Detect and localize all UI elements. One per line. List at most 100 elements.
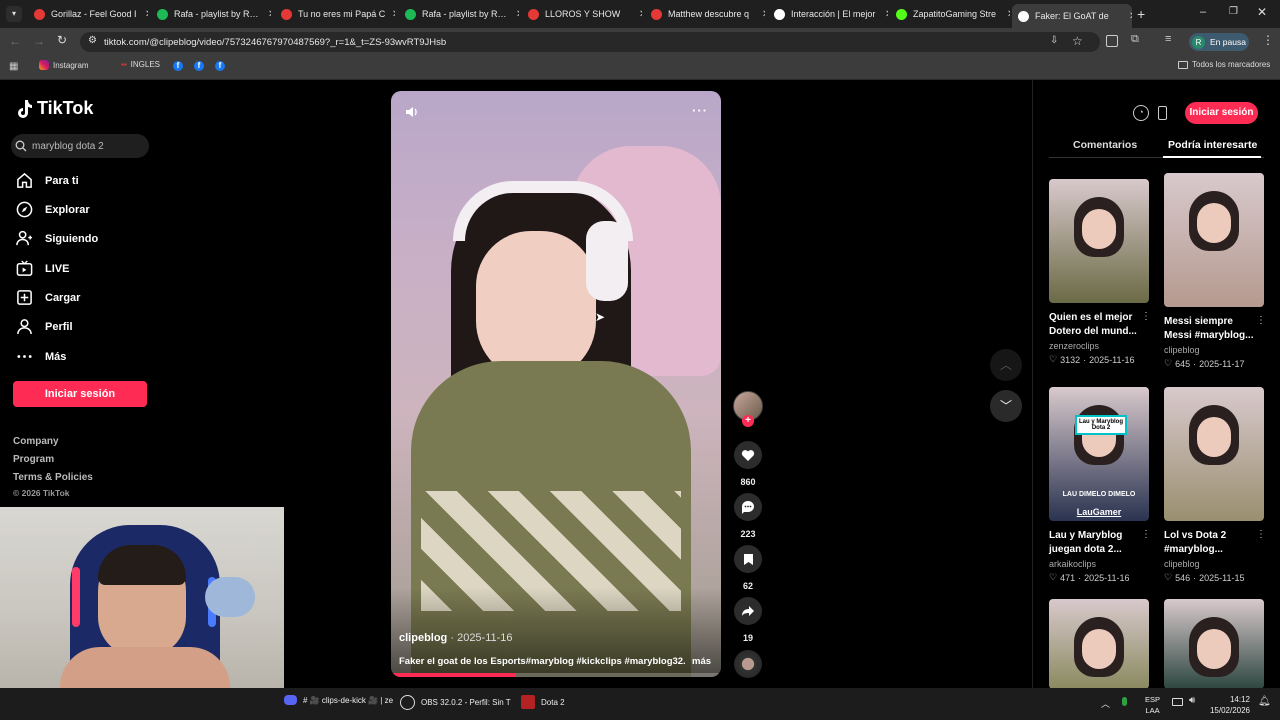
tab-search-button[interactable]: ▾: [6, 6, 22, 22]
device-icon[interactable]: [1158, 106, 1167, 120]
taskbar-discord[interactable]: # 🎥 clips-de-kick 🎥 | ze: [284, 695, 398, 705]
minimize-button[interactable]: –: [1200, 6, 1206, 18]
tab-close-icon[interactable]: ✕: [885, 9, 888, 20]
mic-icon[interactable]: [1122, 697, 1127, 706]
video-progress-track[interactable]: [391, 673, 721, 677]
tab-close-icon[interactable]: ✕: [1129, 11, 1132, 22]
tray-chevron-icon[interactable]: ︿: [1101, 697, 1110, 710]
volume-tray-icon[interactable]: 🔊︎: [1189, 695, 1195, 706]
footer-link-company[interactable]: Company: [13, 436, 59, 447]
new-tab-button[interactable]: +: [1137, 6, 1145, 22]
nav-perfil[interactable]: Perfil: [16, 318, 73, 335]
recommended-video-card[interactable]: Messi siempre Messi #maryblog... clipeblo…: [1164, 173, 1266, 369]
address-bar[interactable]: ⚙ tiktok.com/@clipeblog/video/7573246767…: [80, 32, 1100, 52]
nav-mas[interactable]: Más: [16, 348, 66, 365]
facebook-icon[interactable]: f: [173, 61, 183, 71]
language-indicator[interactable]: ESP LAA: [1145, 694, 1160, 716]
recommended-video-card[interactable]: [1164, 599, 1264, 689]
notification-icon[interactable]: 🔔︎: [1258, 696, 1271, 707]
nav-cargar[interactable]: Cargar: [16, 289, 80, 306]
card-author[interactable]: zenzeroclips: [1049, 341, 1149, 351]
profile-chip[interactable]: R En pausa: [1189, 33, 1249, 51]
reload-button[interactable]: ↻: [57, 33, 67, 47]
card-more-icon[interactable]: ⋮: [1141, 311, 1151, 322]
facebook-icon[interactable]: f: [194, 61, 204, 71]
tab-close-icon[interactable]: ✕: [268, 9, 271, 20]
comment-action[interactable]: 223: [733, 493, 763, 539]
card-more-icon[interactable]: ⋮: [1256, 315, 1266, 326]
nav-siguiendo[interactable]: Siguiendo: [16, 230, 98, 247]
panel-login-button[interactable]: Iniciar sesión: [1185, 102, 1258, 124]
caption-more-button[interactable]: más: [692, 656, 711, 667]
media-controls-icon[interactable]: ≡: [1165, 33, 1171, 45]
forward-button[interactable]: →: [33, 34, 45, 48]
recommended-video-card[interactable]: Lol vs Dota 2 #maryblog... clipeblog ♡ 546 ·…: [1164, 387, 1266, 583]
card-author[interactable]: clipeblog: [1164, 345, 1264, 355]
card-title[interactable]: Lol vs Dota 2 #maryblog...: [1164, 529, 1254, 557]
video-player[interactable]: ··· clipeblog · 2025-11-16 Faker el goat…: [391, 91, 721, 677]
search-input[interactable]: maryblog dota 2: [32, 141, 104, 152]
taskbar-dota[interactable]: Dota 2: [521, 695, 565, 709]
video-thumbnail[interactable]: [1049, 179, 1149, 303]
card-more-icon[interactable]: ⋮: [1256, 529, 1266, 540]
close-window-button[interactable]: ✕: [1257, 5, 1267, 19]
video-thumbnail[interactable]: [1164, 599, 1264, 689]
next-video-button[interactable]: ﹀: [990, 390, 1022, 422]
video-thumbnail[interactable]: [1164, 173, 1264, 307]
network-icon[interactable]: [1172, 698, 1183, 706]
card-author[interactable]: clipeblog: [1164, 559, 1264, 569]
tab-close-icon[interactable]: ✕: [392, 9, 395, 20]
video-options-icon[interactable]: ···: [692, 103, 708, 118]
maximize-button[interactable]: ❐: [1229, 6, 1238, 17]
save-action[interactable]: 62: [733, 545, 763, 591]
video-author[interactable]: clipeblog: [399, 632, 447, 644]
tab-close-icon[interactable]: ✕: [1007, 9, 1010, 20]
card-title[interactable]: Quien es el mejor Dotero del mund...: [1049, 311, 1139, 339]
sound-disc-avatar[interactable]: [734, 650, 762, 678]
apps-grid-icon[interactable]: ▦: [9, 61, 18, 72]
tab-podria-interesarte[interactable]: Podría interesarte: [1168, 139, 1257, 151]
like-action[interactable]: 860: [733, 441, 763, 487]
browser-tab[interactable]: Faker: El GoAT de ✕: [1012, 4, 1132, 28]
puzzle-icon[interactable]: ⧉: [1131, 33, 1139, 46]
nav-explorar[interactable]: Explorar: [16, 201, 90, 218]
card-title[interactable]: Lau y Maryblog juegan dota 2...: [1049, 529, 1139, 557]
browser-tab[interactable]: Tu no eres mi Papá C ✕: [275, 4, 395, 24]
browser-tab[interactable]: ZapatitoGaming Stre ✕: [890, 4, 1010, 24]
follow-plus-icon[interactable]: +: [742, 415, 754, 427]
card-more-icon[interactable]: ⋮: [1141, 529, 1151, 540]
bookmark-star-icon[interactable]: ☆: [1072, 34, 1083, 48]
tab-close-icon[interactable]: ✕: [762, 9, 765, 20]
browser-tab[interactable]: Rafa - playlist by Rafa ✕: [399, 4, 519, 24]
taskbar-obs[interactable]: OBS 32.0.2 - Perfil: Sin T: [400, 695, 511, 710]
tab-comentarios[interactable]: Comentarios: [1073, 139, 1137, 151]
footer-link-program[interactable]: Program: [13, 454, 54, 465]
footer-link-terms[interactable]: Terms & Policies: [13, 472, 93, 483]
card-title[interactable]: Messi siempre Messi #maryblog...: [1164, 315, 1254, 343]
recommended-video-card[interactable]: Quien es el mejor Dotero del mund... zenz…: [1049, 179, 1151, 365]
site-info-icon[interactable]: ⚙: [88, 35, 97, 46]
tab-close-icon[interactable]: ✕: [145, 9, 148, 20]
bookmark-ingles[interactable]: ▪▪ INGLES: [121, 60, 160, 69]
browser-menu-icon[interactable]: ⋮: [1262, 33, 1274, 47]
volume-icon[interactable]: [405, 105, 419, 124]
coins-icon[interactable]: ◔: [1133, 105, 1149, 121]
search-box[interactable]: maryblog dota 2: [11, 134, 149, 158]
browser-tab[interactable]: LLOROS Y SHOW ✕: [522, 4, 642, 24]
back-button[interactable]: ←: [9, 34, 21, 48]
nav-live[interactable]: LIVE: [16, 260, 69, 277]
recommended-video-card[interactable]: [1049, 599, 1149, 689]
recommended-video-card[interactable]: Lau y Maryblog Dota 2 LAU DIMELO DIMELO La…: [1049, 387, 1151, 583]
browser-tab[interactable]: Interacción | El mejor ✕: [768, 4, 888, 24]
tab-close-icon[interactable]: ✕: [516, 9, 519, 20]
clock[interactable]: 14:12 15/02/2026: [1208, 694, 1250, 716]
card-author[interactable]: arkaikoclips: [1049, 559, 1149, 569]
nav-para-ti[interactable]: Para ti: [16, 172, 79, 189]
extensions-icon[interactable]: [1106, 35, 1118, 47]
tiktok-logo[interactable]: TikTok: [15, 98, 93, 119]
all-bookmarks[interactable]: Todos los marcadores: [1178, 60, 1270, 69]
share-action[interactable]: 19: [733, 597, 763, 643]
sidebar-login-button[interactable]: Iniciar sesión: [13, 381, 147, 407]
facebook-icon[interactable]: f: [215, 61, 225, 71]
video-thumbnail[interactable]: [1164, 387, 1264, 521]
